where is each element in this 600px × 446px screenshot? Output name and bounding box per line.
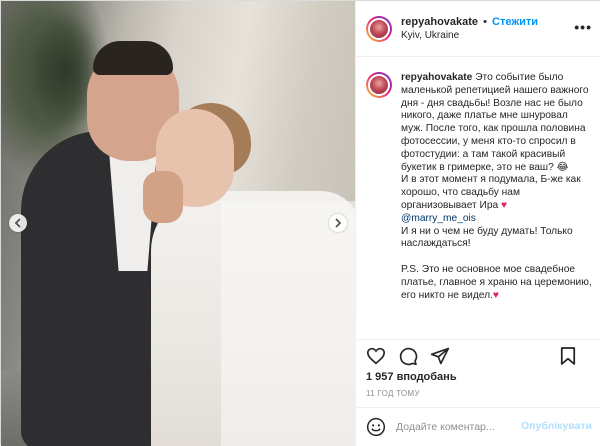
publish-button[interactable]: Опублікувати: [521, 420, 592, 432]
chevron-right-icon[interactable]: [329, 214, 347, 232]
post-side-panel: repyahovakate • Стежити Kyiv, Ukraine ••…: [355, 1, 600, 446]
photo-bride-veil: [221, 201, 355, 446]
post-timestamp[interactable]: 11 ГОД ТОМУ: [366, 389, 420, 398]
photo-groom-hand: [143, 171, 183, 223]
avatar-image: [368, 17, 390, 40]
post-photo[interactable]: [1, 1, 355, 446]
comment-bubble-icon[interactable]: [398, 346, 418, 366]
heart-outline-icon[interactable]: [366, 346, 386, 366]
smiley-icon[interactable]: [366, 417, 386, 437]
location-link[interactable]: Kyiv, Ukraine: [401, 29, 538, 43]
post-header: repyahovakate • Стежити Kyiv, Ukraine ••…: [356, 1, 600, 57]
caption-paragraph-1: repyahovakate Это событие было маленькой…: [401, 72, 592, 174]
comment-bar: Опублікувати: [356, 407, 600, 446]
paper-plane-icon[interactable]: [430, 346, 450, 366]
action-bar: [356, 339, 600, 371]
caption-avatar-image: [368, 74, 390, 96]
likes-count[interactable]: 1 957 вподобань: [366, 371, 457, 383]
separator-dot: •: [483, 15, 487, 28]
more-options-icon[interactable]: •••: [574, 19, 592, 35]
caption-paragraph-4: P.S. Это не основное мое свадебное плать…: [401, 264, 592, 302]
caption-avatar[interactable]: [366, 72, 392, 98]
mention-link[interactable]: @marry_me_ois: [401, 213, 476, 224]
follow-button[interactable]: Стежити: [492, 16, 538, 28]
caption-paragraph-2: И в этот момент я подумала, Б-же как хор…: [401, 174, 592, 212]
header-text: repyahovakate • Стежити Kyiv, Ukraine: [401, 15, 538, 43]
caption-author[interactable]: repyahovakate: [401, 72, 472, 83]
chevron-left-icon[interactable]: [9, 214, 27, 232]
caption-paragraph-3: И я ни о чем не буду думать! Только насл…: [401, 226, 592, 252]
caption-text-1: Это событие было маленькой репетицией на…: [401, 72, 589, 173]
heart-emoji-icon-2: ♥: [492, 289, 499, 301]
header-line: repyahovakate • Стежити: [401, 15, 538, 29]
bookmark-icon[interactable]: [558, 346, 578, 366]
heart-emoji-icon: ♥: [501, 199, 508, 211]
caption-paragraph-mention: @marry_me_ois: [401, 213, 592, 226]
caption-text-2: И в этот момент я подумала, Б-же как хор…: [401, 174, 581, 211]
caption-text-3: И я ни о чем не буду думать! Только насл…: [401, 225, 573, 250]
caption-area: repyahovakate Это событие было маленькой…: [356, 58, 600, 336]
caption-text: repyahovakate Это событие было маленькой…: [401, 72, 592, 336]
avatar[interactable]: [366, 15, 392, 42]
photo-groom-hair: [93, 41, 173, 75]
post-dialog: repyahovakate • Стежити Kyiv, Ukraine ••…: [0, 0, 600, 446]
author-username[interactable]: repyahovakate: [401, 16, 478, 28]
